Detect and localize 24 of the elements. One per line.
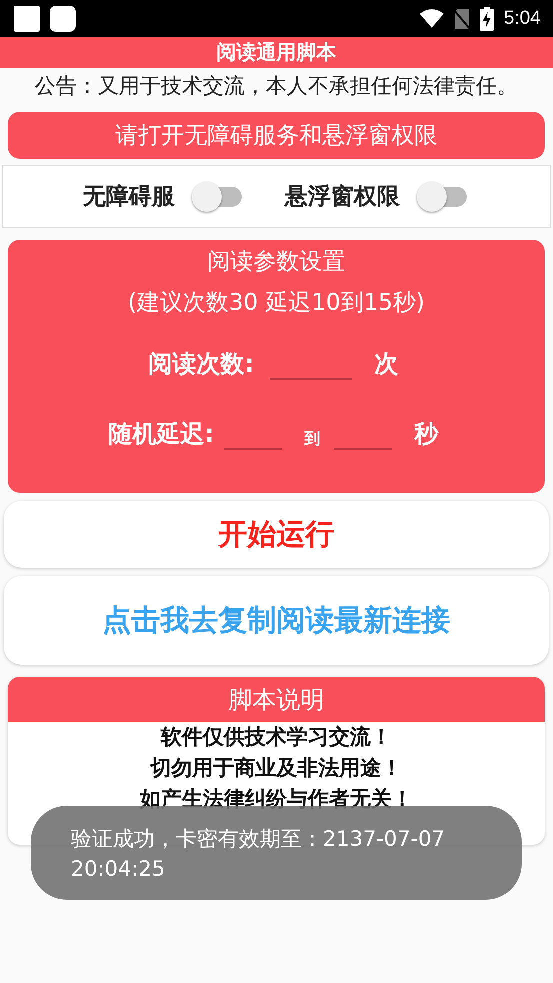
info-line: 软件仅供技术学习交流！ [161,724,392,751]
separator-label: 到 [304,429,320,450]
info-line: 切勿用于商业及非法用途！ [150,755,402,782]
wifi-icon [420,8,444,28]
unit-label: 次 [374,349,398,380]
start-button[interactable]: 开始运行 [4,501,549,568]
notice-text: 公告：又用于技术交流，本人不承担任何法律责任。 [34,73,519,100]
settings-hint: (建议次数30 延迟10到15秒) [128,289,426,318]
copy-link-button[interactable]: 点击我去复制阅读最新连接 [4,576,549,665]
app-title: 阅读通用脚本 [0,37,553,68]
status-time: 5:04 [504,8,541,30]
field-label: 阅读次数: [148,349,254,380]
switch-label: 无障碍服 [83,183,175,212]
notification-icon [14,6,40,32]
battery-charging-icon [480,6,494,30]
permission-button[interactable]: 请打开无障碍服务和悬浮窗权限 [8,112,545,159]
notification-icon [50,6,76,32]
field-label: 随机延迟: [108,419,214,450]
unit-label: 秒 [414,419,438,450]
switch-label: 悬浮窗权限 [285,183,400,212]
toast-message: 验证成功，卡密有效期至：2137-07-07 20:04:25 [31,806,522,900]
no-sim-icon [454,8,470,30]
info-title: 脚本说明 [8,677,545,722]
settings-title: 阅读参数设置 [208,248,346,277]
